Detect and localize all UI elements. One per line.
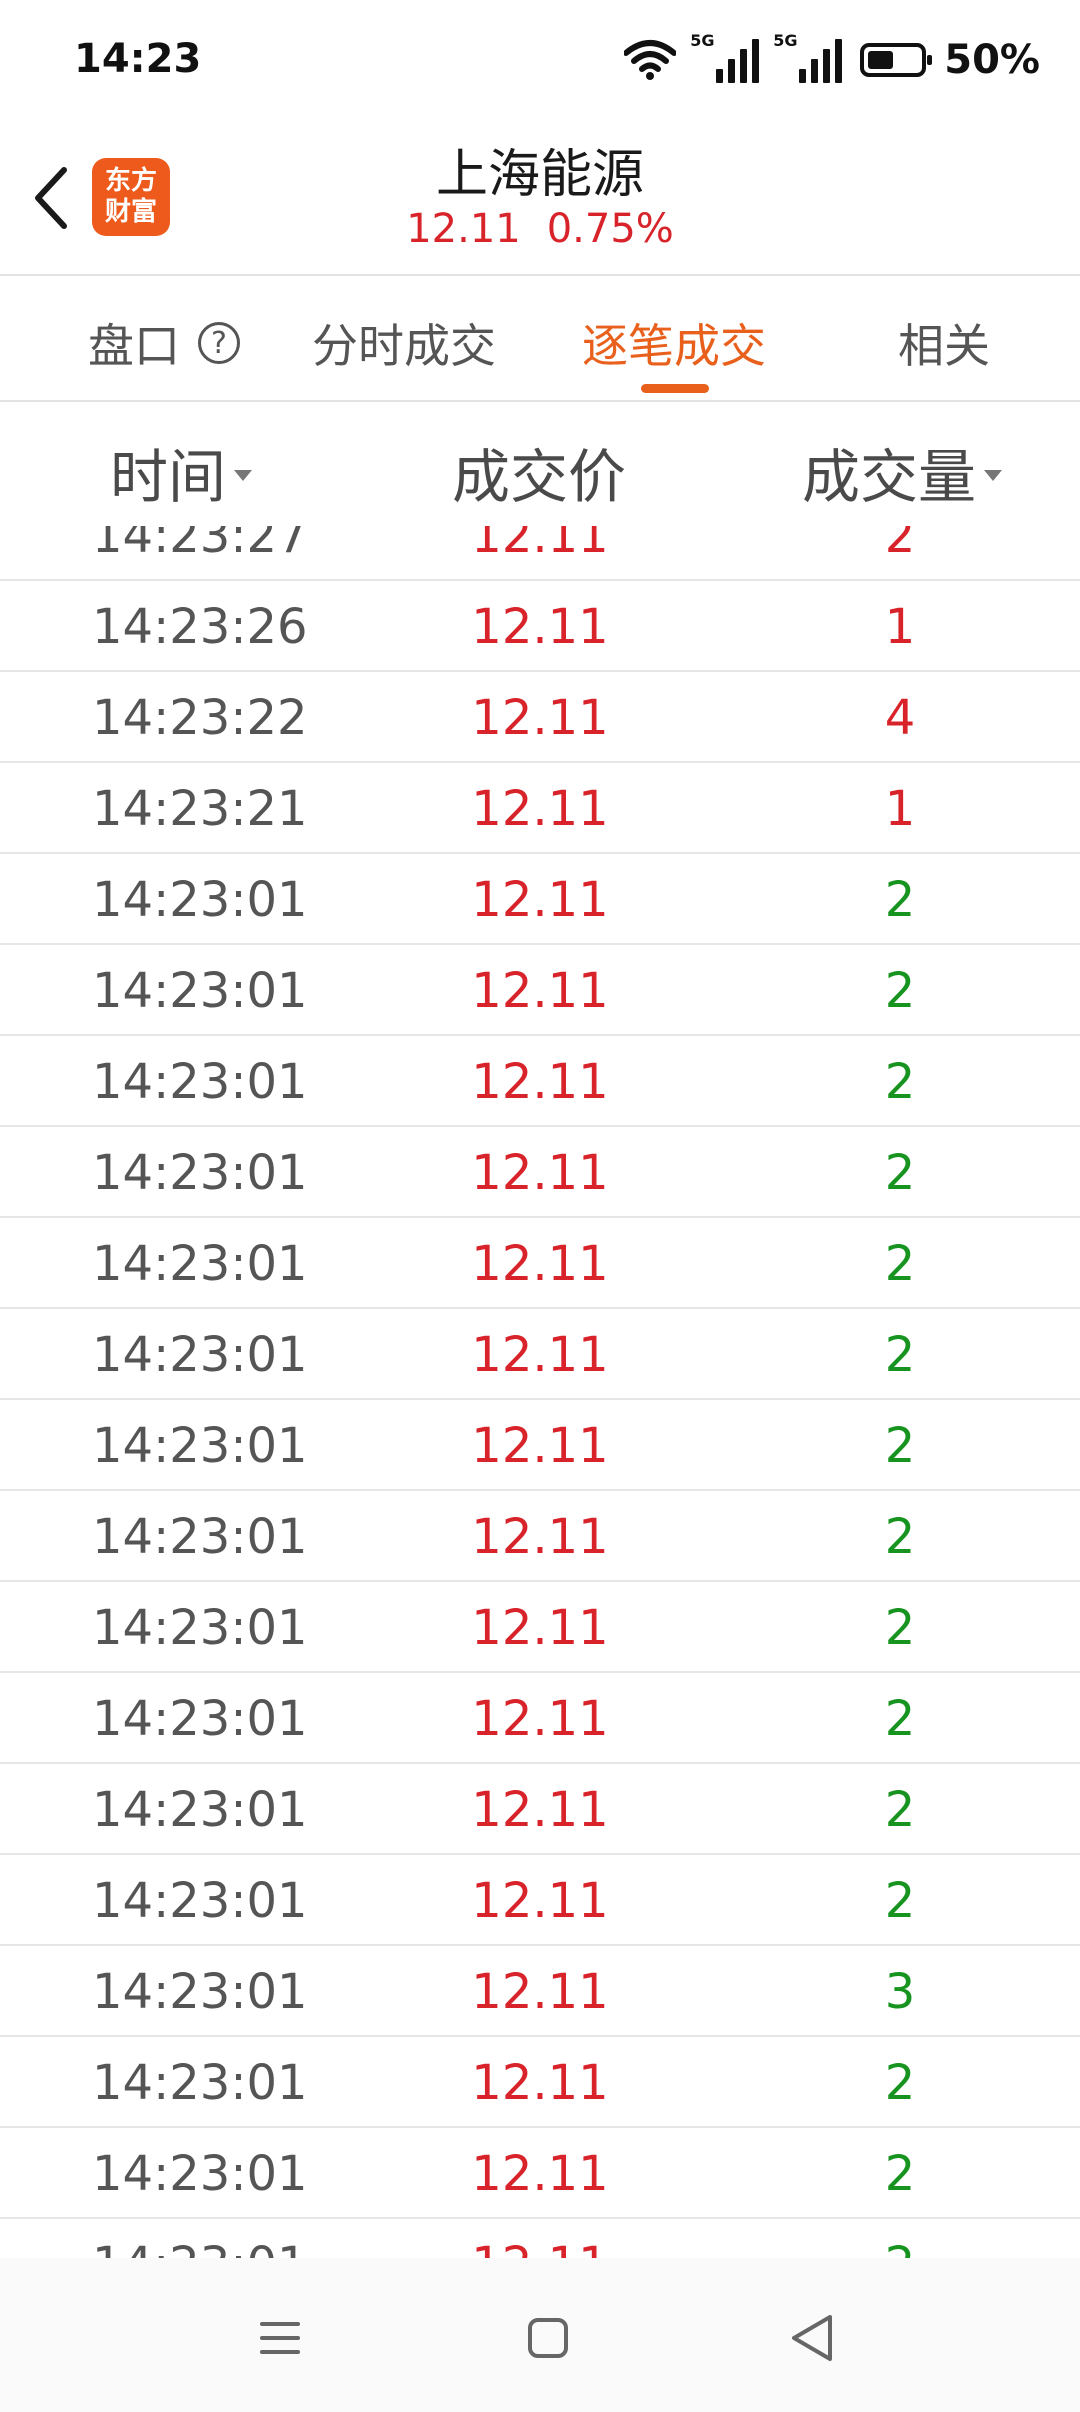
status-bar: 14:23 5G 5G 50% xyxy=(0,0,1080,120)
trade-row: 14:23:22 12.11 4 xyxy=(0,672,1080,763)
question-circle-icon[interactable]: ? xyxy=(198,322,240,364)
trade-row: 14:23:21 12.11 1 xyxy=(0,763,1080,854)
wifi-icon xyxy=(624,40,677,80)
column-header: 时间 成交价 成交量 xyxy=(0,402,1080,526)
trade-row: 14:23:0112.112 xyxy=(0,2219,1080,2258)
tab-label: 相关 xyxy=(898,319,990,373)
trade-volume: 2 xyxy=(884,526,916,564)
tab-label: 盘口 xyxy=(88,319,180,373)
tab-bar: 盘口 ? 分时成交 逐笔成交 相关 xyxy=(0,276,1080,402)
trade-row: 14:23:26 12.11 1 xyxy=(0,581,1080,672)
trade-volume: 1 xyxy=(884,781,916,837)
status-icons: 5G 5G 50% xyxy=(624,30,1040,90)
trade-volume: 2 xyxy=(884,1691,916,1747)
column-time-sort[interactable]: 时间 xyxy=(110,430,253,514)
column-volume-sort[interactable]: 成交量 xyxy=(802,430,1003,514)
tab-order-book[interactable]: 盘口 ? xyxy=(88,310,240,376)
trade-volume: 2 xyxy=(884,963,916,1019)
network-type-label: 5G xyxy=(773,31,798,50)
trade-volume: 2 xyxy=(884,1600,916,1656)
battery-icon xyxy=(860,43,933,77)
trade-row: 14:23:0112.112 xyxy=(0,854,1080,945)
trade-volume: 2 xyxy=(850,2237,950,2258)
stock-quote: 12.11 0.75% xyxy=(0,206,1080,252)
home-button[interactable] xyxy=(508,2298,588,2378)
menu-icon xyxy=(260,2322,300,2354)
stock-change: 0.75% xyxy=(546,206,674,252)
trade-row: 14:23:0112.112 xyxy=(0,2128,1080,2219)
trade-row: 14:23:0112.112 xyxy=(0,1764,1080,1855)
cellular-signal-icon: 5G xyxy=(773,31,843,83)
trade-volume: 1 xyxy=(884,599,916,655)
stock-name: 上海能源 xyxy=(435,145,644,205)
trade-volume: 2 xyxy=(884,1782,916,1838)
trade-volume: 2 xyxy=(884,1145,916,1201)
trade-volume: 2 xyxy=(884,1054,916,1110)
column-time-label: 时间 xyxy=(110,443,227,511)
trade-volume: 2 xyxy=(884,1418,916,1474)
nav-back-button[interactable] xyxy=(772,2298,852,2378)
trade-volume: 2 xyxy=(884,1236,916,1292)
active-tab-indicator xyxy=(641,384,709,393)
trade-row: 14:23:0112.112 xyxy=(0,945,1080,1036)
column-price-label: 成交价 xyxy=(452,443,627,511)
tab-label: 逐笔成交 xyxy=(582,319,766,373)
trade-row: 14:23:0112.112 xyxy=(0,1582,1080,1673)
tab-label: 分时成交 xyxy=(312,319,496,373)
trade-list-viewport[interactable]: 14:23:27 12.11 2 14:23:26 12.11 1 14:23:22 12.1… xyxy=(0,526,1080,2258)
trade-volume: 2 xyxy=(884,1509,916,1565)
sort-caret-icon xyxy=(984,469,1003,481)
trade-volume: 2 xyxy=(884,1327,916,1383)
app-header: 东方 财富 上海能源 12.11 0.75% xyxy=(0,120,1080,276)
tab-time-sales[interactable]: 分时成交 xyxy=(312,310,496,376)
trade-volume: 2 xyxy=(884,1873,916,1929)
column-price: 成交价 xyxy=(452,430,626,514)
trade-row: 14:23:0112.112 xyxy=(0,2037,1080,2128)
system-nav-bar xyxy=(0,2258,1080,2412)
trade-row: 14:23:0112.112 xyxy=(0,1127,1080,1218)
trade-volume: 2 xyxy=(884,2146,916,2202)
trade-row: 14:23:0112.112 xyxy=(0,1491,1080,1582)
sort-caret-icon xyxy=(234,469,253,481)
trade-row: 14:23:27 12.11 2 xyxy=(0,526,1080,581)
trade-row: 14:23:0112.112 xyxy=(0,1400,1080,1491)
trade-list: 14:23:27 12.11 2 14:23:26 12.11 1 14:23:22 12.1… xyxy=(0,526,1080,2258)
status-time: 14:23 xyxy=(74,36,202,82)
tab-tick-trades[interactable]: 逐笔成交 xyxy=(582,310,766,376)
trade-volume: 3 xyxy=(884,1964,916,2020)
cellular-signal-icon: 5G xyxy=(690,31,760,83)
trade-row: 14:23:0112.112 xyxy=(0,1218,1080,1309)
stock-price: 12.11 xyxy=(406,206,521,252)
home-square-icon xyxy=(528,2318,568,2358)
trade-row: 14:23:0112.112 xyxy=(0,1036,1080,1127)
menu-button[interactable] xyxy=(240,2298,320,2378)
trade-row: 14:23:0112.112 xyxy=(0,1855,1080,1946)
trade-row: 14:23:01 12.11 3 xyxy=(0,1946,1080,2037)
trade-row: 14:23:0112.112 xyxy=(0,1309,1080,1400)
battery-percent: 50% xyxy=(944,37,1040,83)
column-volume-label: 成交量 xyxy=(802,443,977,511)
triangle-back-icon xyxy=(792,2315,832,2361)
trade-volume: 4 xyxy=(884,690,916,746)
trade-volume: 2 xyxy=(884,2055,916,2111)
trade-row: 14:23:0112.112 xyxy=(0,1673,1080,1764)
tab-related[interactable]: 相关 xyxy=(898,310,990,376)
network-type-label: 5G xyxy=(690,31,715,50)
trade-volume: 2 xyxy=(884,872,916,928)
